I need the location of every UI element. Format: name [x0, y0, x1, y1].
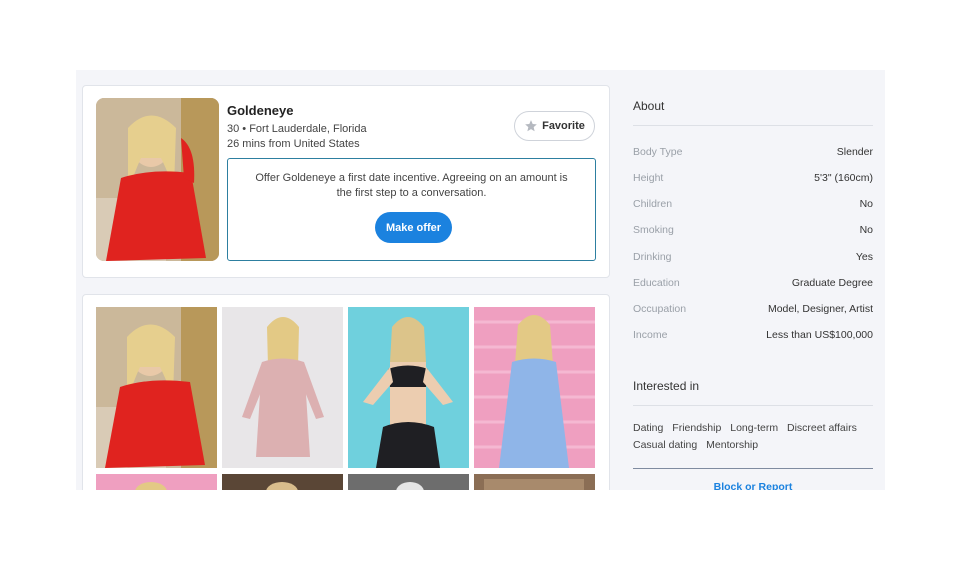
block-report-link[interactable]: Block or Report: [633, 481, 873, 490]
age-location: 30 • Fort Lauderdale, Florida: [227, 123, 367, 135]
attribute-value: No: [859, 224, 873, 236]
attribute-label: Height: [633, 172, 664, 184]
divider: [633, 468, 873, 469]
attribute-row: Occupation Model, Designer, Artist: [633, 303, 873, 323]
interests-list: Dating Friendship Long-term Discreet aff…: [633, 420, 873, 454]
make-offer-button[interactable]: Make offer: [375, 212, 452, 243]
attribute-value: 5'3" (160cm): [814, 172, 873, 184]
star-icon: [525, 120, 537, 132]
photo-gallery: [82, 294, 610, 490]
attribute-row: Income Less than US$100,000: [633, 329, 873, 349]
gallery-photo[interactable]: [474, 307, 595, 468]
gallery-photo[interactable]: [222, 307, 343, 468]
favorite-label: Favorite: [542, 120, 585, 132]
interest-tag[interactable]: Casual dating: [633, 439, 697, 451]
attribute-label: Income: [633, 329, 668, 341]
profile-card: Goldeneye 30 • Fort Lauderdale, Florida …: [82, 85, 610, 278]
gallery-photo[interactable]: [96, 307, 217, 468]
attribute-value: Slender: [836, 146, 873, 158]
interested-in-title: Interested in: [633, 379, 700, 393]
attribute-label: Occupation: [633, 303, 687, 315]
attribute-label: Body Type: [633, 146, 683, 158]
offer-text: Offer Goldeneye a first date incentive. …: [255, 172, 568, 199]
gallery-photo[interactable]: [348, 474, 469, 490]
divider: [633, 125, 873, 126]
profile-page: Goldeneye 30 • Fort Lauderdale, Florida …: [76, 70, 885, 490]
gallery-photo[interactable]: [474, 474, 595, 490]
attribute-label: Drinking: [633, 251, 672, 263]
attribute-row: Drinking Yes: [633, 251, 873, 271]
interest-tag[interactable]: Mentorship: [706, 439, 758, 451]
interest-tag[interactable]: Long-term: [730, 422, 778, 434]
attribute-label: Children: [633, 198, 673, 210]
last-active: 26 mins from United States: [227, 138, 360, 150]
attribute-value: No: [859, 198, 873, 210]
attribute-row: Smoking No: [633, 224, 873, 244]
divider: [633, 405, 873, 406]
attribute-label: Education: [633, 277, 680, 289]
attribute-label: Smoking: [633, 224, 674, 236]
interest-tag[interactable]: Friendship: [672, 422, 721, 434]
interest-tag[interactable]: Dating: [633, 422, 663, 434]
profile-name: Goldeneye: [227, 103, 294, 118]
interest-tag[interactable]: Discreet affairs: [787, 422, 857, 434]
attribute-row: Height 5'3" (160cm): [633, 172, 873, 192]
attribute-value: Model, Designer, Artist: [767, 303, 873, 315]
about-title: About: [633, 99, 665, 113]
attribute-value: Yes: [855, 251, 873, 263]
gallery-photo[interactable]: [96, 474, 217, 490]
attribute-row: Education Graduate Degree: [633, 277, 873, 297]
favorite-button[interactable]: Favorite: [514, 111, 595, 141]
offer-box: Offer Goldeneye a first date incentive. …: [227, 158, 596, 261]
attribute-value: Graduate Degree: [791, 277, 873, 289]
attribute-row: Body Type Slender: [633, 146, 873, 166]
attribute-value: Less than US$100,000: [766, 329, 873, 341]
gallery-photo[interactable]: [222, 474, 343, 490]
attribute-row: Children No: [633, 198, 873, 218]
gallery-photo[interactable]: [348, 307, 469, 468]
profile-photo[interactable]: [96, 98, 219, 261]
